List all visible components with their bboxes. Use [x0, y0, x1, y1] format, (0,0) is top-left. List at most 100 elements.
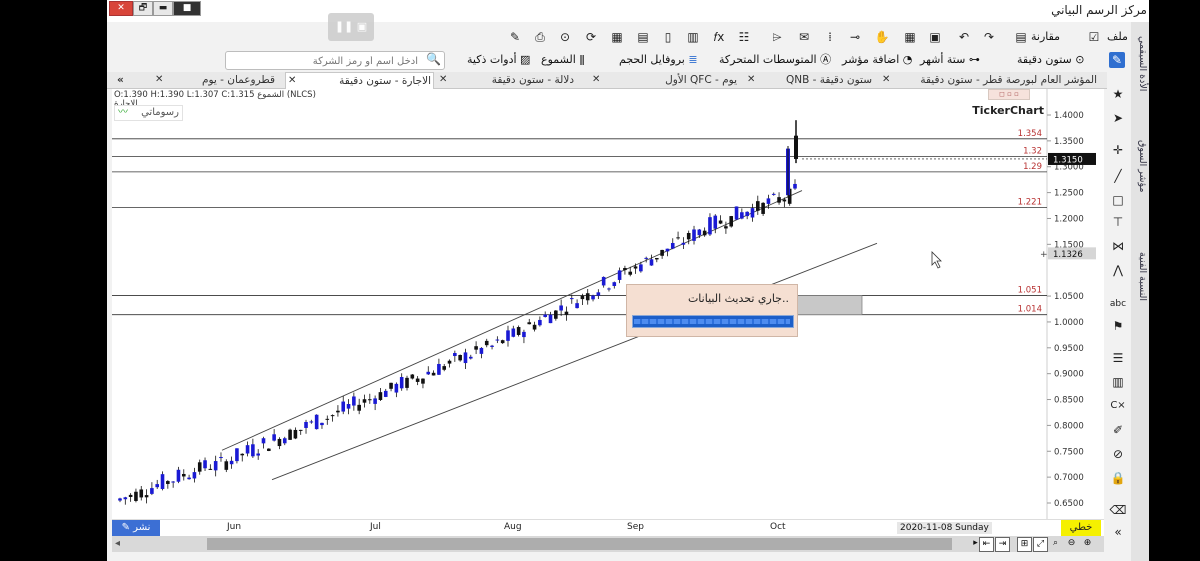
- tab-qe-index[interactable]: ✕ المؤشر العام لبورصة قطر - ستون دقيقة: [882, 72, 1097, 88]
- favorite-star-icon[interactable]: ★: [1109, 86, 1127, 102]
- add-indicator-button[interactable]: اضافة مؤشر ◔: [842, 50, 912, 70]
- columns-icon[interactable]: ▯: [660, 29, 676, 45]
- file-menu[interactable]: ملف: [1107, 27, 1128, 47]
- flag-tool-icon[interactable]: ⚑: [1109, 318, 1127, 334]
- tab-qfc[interactable]: ✕ الأول QFC - يوم: [592, 72, 737, 88]
- candle-body: [463, 352, 468, 364]
- fit-icon[interactable]: ⊞: [1017, 537, 1032, 552]
- tab-close-icon[interactable]: ✕: [747, 72, 755, 88]
- tab-ijara[interactable]: ✕ الاجارة - ستون دقيقة: [285, 72, 434, 89]
- alert-mail-icon[interactable]: ✉: [796, 29, 812, 45]
- record-button[interactable]: ■: [173, 1, 201, 16]
- zoom-reset-icon[interactable]: ⌕: [1049, 537, 1062, 550]
- volume-profile-button[interactable]: بروفايل الحجم ≣: [619, 50, 698, 70]
- tab-close-icon[interactable]: ✕: [288, 73, 296, 89]
- list-icon[interactable]: ☷: [736, 29, 752, 45]
- volume-bars-icon[interactable]: ▥: [685, 29, 701, 45]
- function-icon[interactable]: 𝑓x: [711, 29, 727, 45]
- side-tab-2[interactable]: مؤشر السوق: [1132, 140, 1148, 193]
- undo-icon[interactable]: ↶: [956, 29, 972, 45]
- close-window-button[interactable]: ✕: [109, 1, 133, 16]
- chart-type-lines-button[interactable]: خطي: [1061, 520, 1101, 536]
- hand-pan-icon[interactable]: ✋: [874, 29, 890, 45]
- candle-body: [585, 293, 590, 301]
- side-tab-3[interactable]: النسبة الفنية: [1132, 252, 1148, 301]
- collapse-toolbar-icon[interactable]: «: [1109, 524, 1127, 540]
- refresh-icon[interactable]: ⟳: [583, 29, 599, 45]
- go-last-icon[interactable]: ⇥: [995, 537, 1010, 552]
- scroll-left-icon[interactable]: ◂: [115, 536, 120, 552]
- recording-overlay[interactable]: ❚❚ ▣: [328, 13, 374, 41]
- company-search-input[interactable]: [236, 52, 420, 70]
- tab-close-icon[interactable]: ✕: [155, 72, 163, 88]
- compare-icon[interactable]: ▤: [1013, 29, 1029, 45]
- lock-drawings-icon[interactable]: 🔒: [1109, 470, 1127, 486]
- measure-tool-icon[interactable]: ▥: [1109, 374, 1127, 390]
- tab-qnb[interactable]: ✕ QNB - ستون دقيقة: [747, 72, 872, 88]
- save-template-icon[interactable]: ▣: [927, 29, 943, 45]
- interval-dropdown[interactable]: ستون دقيقة ⊙: [1017, 50, 1084, 70]
- share-button[interactable]: ✎ نشر: [112, 520, 160, 536]
- moving-averages-label: المتوسطات المتحركة: [719, 53, 817, 66]
- compare-menu[interactable]: مقارنة: [1031, 27, 1060, 47]
- print-icon[interactable]: ⎙: [532, 29, 548, 45]
- hide-drawings-icon[interactable]: ⊘: [1109, 446, 1127, 462]
- candle-body: [617, 270, 622, 280]
- pattern-tool-icon[interactable]: ⋈: [1109, 238, 1127, 254]
- crosshair-icon[interactable]: ✛: [1109, 142, 1127, 158]
- company-search[interactable]: 🔍: [225, 51, 445, 70]
- period-dropdown[interactable]: ستة أشهر ⊶: [920, 50, 980, 70]
- minimize-window-button[interactable]: ▬: [153, 1, 173, 16]
- smart-tools-button[interactable]: أدوات ذكية ▨: [467, 50, 530, 70]
- search-icon[interactable]: 🔍: [426, 52, 441, 66]
- tabs-scroll-button[interactable]: «: [117, 72, 124, 88]
- volume-profile-label: بروفايل الحجم: [619, 53, 685, 66]
- tab-close-icon[interactable]: ✕: [592, 72, 600, 88]
- candle-body: [415, 378, 420, 382]
- draw-cursor-icon[interactable]: ⌲: [769, 29, 785, 45]
- go-first-icon[interactable]: ⇤: [979, 537, 994, 552]
- candles-button[interactable]: الشموع ǁ: [541, 50, 585, 70]
- candle-body: [224, 461, 229, 470]
- grid-icon[interactable]: ▦: [609, 29, 625, 45]
- price-chart[interactable]: O:1.390 H:1.390 L:1.307 C:1.315 الشموع (…: [112, 89, 1104, 519]
- zoom-in-icon[interactable]: ⊕: [1081, 537, 1094, 550]
- tab-dalala[interactable]: ✕ دلالة - ستون دقيقة: [439, 72, 574, 88]
- reset-zoom-icon[interactable]: ⤢: [1033, 537, 1048, 552]
- cursor-arrow-icon[interactable]: ➤: [1109, 110, 1127, 126]
- tab-qatar-oman[interactable]: ✕ قطروعمان - يوم: [155, 72, 275, 88]
- candle-body: [516, 327, 521, 335]
- tools-list-icon[interactable]: ☰: [1109, 350, 1127, 366]
- moving-averages-button[interactable]: المتوسطات المتحركة Ⓐ: [719, 50, 831, 70]
- layout-icon[interactable]: ▦: [902, 29, 918, 45]
- horizontal-scrollbar[interactable]: ◂ ▸ ⇤ ⇥ ⊞ ⤢ ⌕ ⊖ ⊕: [112, 536, 1104, 552]
- tab-close-icon[interactable]: ✕: [882, 72, 890, 88]
- zoom-out-icon[interactable]: ⊖: [1065, 537, 1078, 550]
- month-label-jul: Jul: [370, 522, 381, 532]
- y-tick-label: 0.8500: [1054, 396, 1084, 406]
- redo-icon[interactable]: ↷: [981, 29, 997, 45]
- rectangle-tool-icon[interactable]: □: [1109, 192, 1127, 208]
- camera-icon[interactable]: ⊙: [557, 29, 573, 45]
- scrollbar-thumb[interactable]: [207, 538, 952, 550]
- table-icon[interactable]: ▤: [635, 29, 651, 45]
- side-tab-1[interactable]: الأدة السيقمي: [1132, 36, 1148, 91]
- candle-body: [240, 453, 245, 456]
- line-tool-icon[interactable]: ╱: [1109, 168, 1127, 184]
- tab-close-icon[interactable]: ✕: [439, 72, 447, 88]
- zigzag-tool-icon[interactable]: ⋀: [1109, 262, 1127, 278]
- delete-drawing-icon[interactable]: C×: [1109, 398, 1127, 414]
- interval-label: ستون دقيقة: [1017, 53, 1072, 66]
- eraser-tool-icon[interactable]: ⌫: [1109, 502, 1127, 518]
- text-tool-icon[interactable]: abc: [1109, 296, 1127, 312]
- brush-tool-icon[interactable]: ✐: [1109, 422, 1127, 438]
- candle-body: [522, 331, 526, 338]
- pen-icon[interactable]: ✎: [507, 29, 523, 45]
- maximize-window-button[interactable]: 🗗: [133, 1, 153, 16]
- data-window-icon[interactable]: ⁞: [822, 29, 838, 45]
- chart-box-icon[interactable]: ☑: [1086, 29, 1102, 45]
- loading-message: جاري تحديث البيانات..: [687, 292, 789, 305]
- key-icon[interactable]: ⊸: [847, 29, 863, 45]
- horizontal-tool-icon[interactable]: ⊤: [1109, 214, 1127, 230]
- candle-body: [373, 398, 377, 404]
